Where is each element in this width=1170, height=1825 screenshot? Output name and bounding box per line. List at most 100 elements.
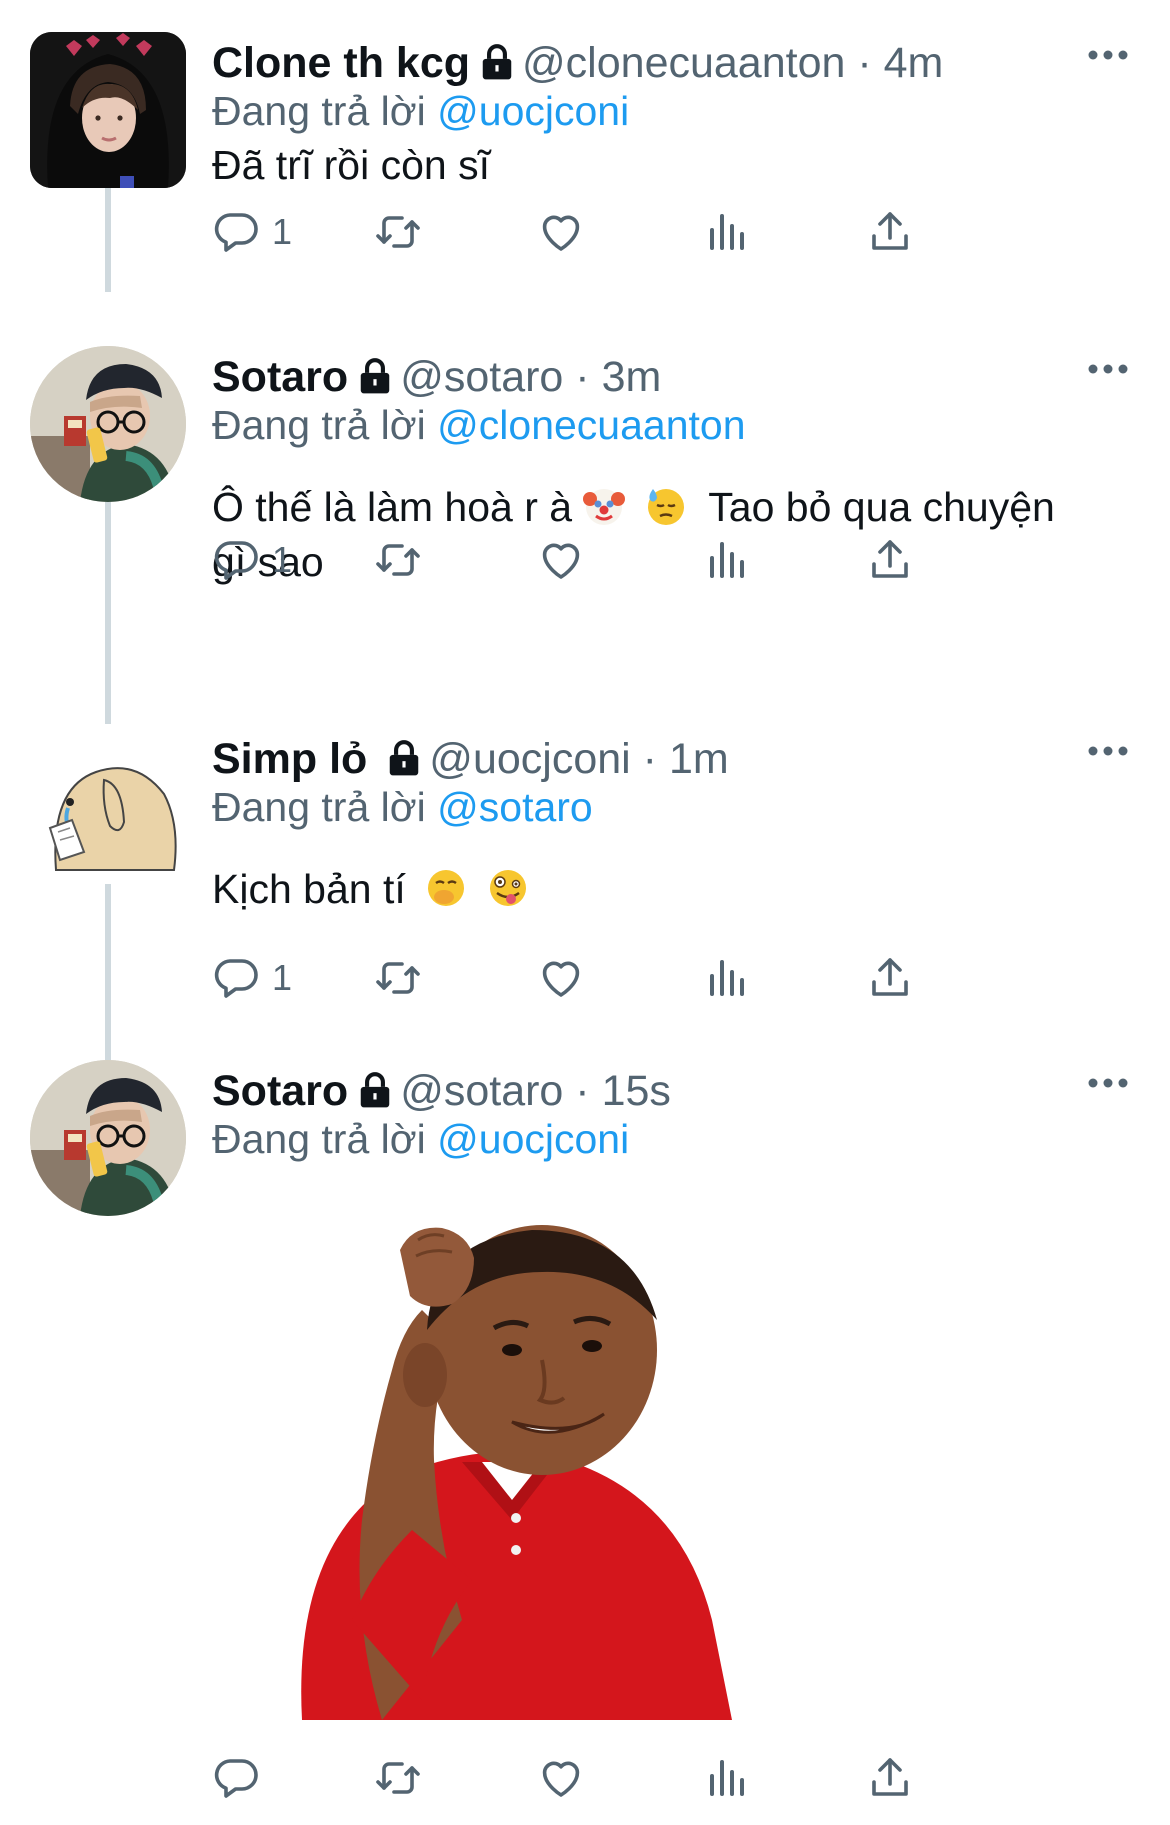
zany-face-emoji bbox=[489, 870, 526, 906]
like-button[interactable] bbox=[537, 204, 585, 260]
display-name[interactable]: Simp lỏ bbox=[212, 735, 367, 783]
views-button[interactable] bbox=[702, 950, 750, 1006]
lock-icon bbox=[385, 739, 423, 777]
like-button[interactable] bbox=[537, 1750, 585, 1806]
avatar-cap-glasses-icon bbox=[30, 1060, 186, 1216]
retweet-icon bbox=[374, 954, 422, 1002]
retweet-button[interactable] bbox=[374, 1750, 422, 1806]
share-icon bbox=[866, 536, 914, 584]
replying-prefix: Đang trả lời bbox=[212, 88, 426, 134]
action-bar: 1 bbox=[212, 204, 1072, 260]
mention-link[interactable]: @sotaro bbox=[437, 784, 593, 830]
replying-to: Đang trả lời @clonecuaanton bbox=[212, 400, 746, 450]
action-bar bbox=[212, 1750, 1072, 1806]
mention-link[interactable]: @clonecuaanton bbox=[437, 402, 745, 448]
bar-chart-icon bbox=[702, 536, 750, 584]
tweet[interactable]: Sotaro @sotaro · 3m Đang trả lời @clonecu… bbox=[0, 346, 1170, 716]
speech-bubble-icon bbox=[212, 208, 260, 256]
share-button[interactable] bbox=[866, 532, 914, 588]
heart-icon bbox=[537, 208, 585, 256]
tweet[interactable]: Clone th kcg @clonecuaanton · 4m Đang trả… bbox=[0, 32, 1170, 322]
avatar[interactable] bbox=[30, 346, 186, 502]
replying-prefix: Đang trả lời bbox=[212, 1116, 426, 1162]
tweet-text-content: Kịch bản tí bbox=[212, 866, 406, 912]
reply-count: 1 bbox=[272, 211, 293, 252]
display-name[interactable]: Sotaro bbox=[212, 353, 348, 401]
handle[interactable]: @sotaro bbox=[400, 1067, 563, 1115]
timestamp[interactable]: 3m bbox=[602, 353, 662, 401]
downcast-sweat-emoji bbox=[647, 489, 684, 525]
reply-button[interactable] bbox=[212, 1750, 260, 1806]
avatar[interactable] bbox=[30, 1060, 186, 1216]
avatar-crying-dog-icon bbox=[30, 728, 186, 884]
handle[interactable]: @uocjconi bbox=[429, 735, 630, 783]
retweet-button[interactable] bbox=[374, 532, 422, 588]
replying-prefix: Đang trả lời bbox=[212, 784, 426, 830]
tweet-text-content: Đã trĩ rồi còn sĩ bbox=[212, 142, 490, 188]
avatar[interactable] bbox=[30, 728, 186, 884]
like-button[interactable] bbox=[537, 532, 585, 588]
lock-icon bbox=[478, 43, 516, 81]
share-button[interactable] bbox=[866, 1750, 914, 1806]
reply-button[interactable]: 1 bbox=[212, 532, 292, 588]
tweet-media[interactable] bbox=[212, 1200, 852, 1720]
mention-link[interactable]: @uocjconi bbox=[437, 88, 629, 134]
handle[interactable]: @sotaro bbox=[400, 353, 563, 401]
like-button[interactable] bbox=[537, 950, 585, 1006]
lock-icon bbox=[356, 1071, 394, 1109]
share-icon bbox=[866, 954, 914, 1002]
bar-chart-icon bbox=[702, 208, 750, 256]
mention-link[interactable]: @uocjconi bbox=[437, 1116, 629, 1162]
tweet-text: Kịch bản tí bbox=[212, 862, 1132, 917]
timestamp[interactable]: 15s bbox=[602, 1067, 671, 1115]
clown-face-emoji bbox=[583, 489, 626, 525]
reply-count: 1 bbox=[272, 539, 293, 580]
share-button[interactable] bbox=[866, 204, 914, 260]
replying-prefix: Đang trả lời bbox=[212, 402, 426, 448]
views-button[interactable] bbox=[702, 204, 750, 260]
display-name[interactable]: Clone th kcg bbox=[212, 39, 470, 87]
views-button[interactable] bbox=[702, 1750, 750, 1806]
reply-button[interactable]: 1 bbox=[212, 950, 292, 1006]
retweet-icon bbox=[374, 536, 422, 584]
speech-bubble-icon bbox=[212, 536, 260, 584]
tweet-header: Sotaro @sotaro · 3m bbox=[212, 352, 661, 402]
more-dots-icon[interactable] bbox=[1086, 362, 1130, 376]
retweet-icon bbox=[374, 1754, 422, 1802]
retweet-button[interactable] bbox=[374, 204, 422, 260]
action-bar: 1 bbox=[212, 950, 1072, 1006]
bar-chart-icon bbox=[702, 954, 750, 1002]
avatar-hooded-person-icon bbox=[30, 32, 186, 188]
tweet[interactable]: Sotaro @sotaro · 15s Đang trả lời @uocjco… bbox=[0, 1060, 1170, 1825]
more-dots-icon[interactable] bbox=[1086, 48, 1130, 62]
reply-button[interactable]: 1 bbox=[212, 204, 292, 260]
separator-dot: · bbox=[630, 735, 669, 783]
timestamp[interactable]: 1m bbox=[669, 735, 729, 783]
display-name[interactable]: Sotaro bbox=[212, 1067, 348, 1115]
retweet-button[interactable] bbox=[374, 950, 422, 1006]
tweet-text-content: Tao bỏ qua chuyện bbox=[708, 484, 1055, 530]
timestamp[interactable]: 4m bbox=[884, 39, 944, 87]
avatar[interactable] bbox=[30, 32, 186, 188]
retweet-icon bbox=[374, 208, 422, 256]
handle[interactable]: @clonecuaanton bbox=[522, 39, 845, 87]
more-dots-icon[interactable] bbox=[1086, 1076, 1130, 1090]
tweet-text: Đã trĩ rồi còn sĩ bbox=[212, 138, 1132, 193]
tweet[interactable]: Simp lỏ @uocjconi · 1m Đang trả lời @sota… bbox=[0, 728, 1170, 1028]
replying-to: Đang trả lời @uocjconi bbox=[212, 1114, 629, 1164]
views-button[interactable] bbox=[702, 532, 750, 588]
avatar-cap-glasses-icon bbox=[30, 346, 186, 502]
reply-count: 1 bbox=[272, 957, 293, 998]
bar-chart-icon bbox=[702, 1754, 750, 1802]
speech-bubble-icon bbox=[212, 954, 260, 1002]
more-dots-icon[interactable] bbox=[1086, 744, 1130, 758]
share-icon bbox=[866, 1754, 914, 1802]
share-button[interactable] bbox=[866, 950, 914, 1006]
separator-dot: · bbox=[563, 353, 602, 401]
tweet-header: Sotaro @sotaro · 15s bbox=[212, 1066, 671, 1116]
heart-icon bbox=[537, 1754, 585, 1802]
tweet-header: Clone th kcg @clonecuaanton · 4m bbox=[212, 38, 943, 88]
replying-to: Đang trả lời @sotaro bbox=[212, 782, 593, 832]
lock-icon bbox=[356, 357, 394, 395]
tweet-header: Simp lỏ @uocjconi · 1m bbox=[212, 734, 729, 784]
